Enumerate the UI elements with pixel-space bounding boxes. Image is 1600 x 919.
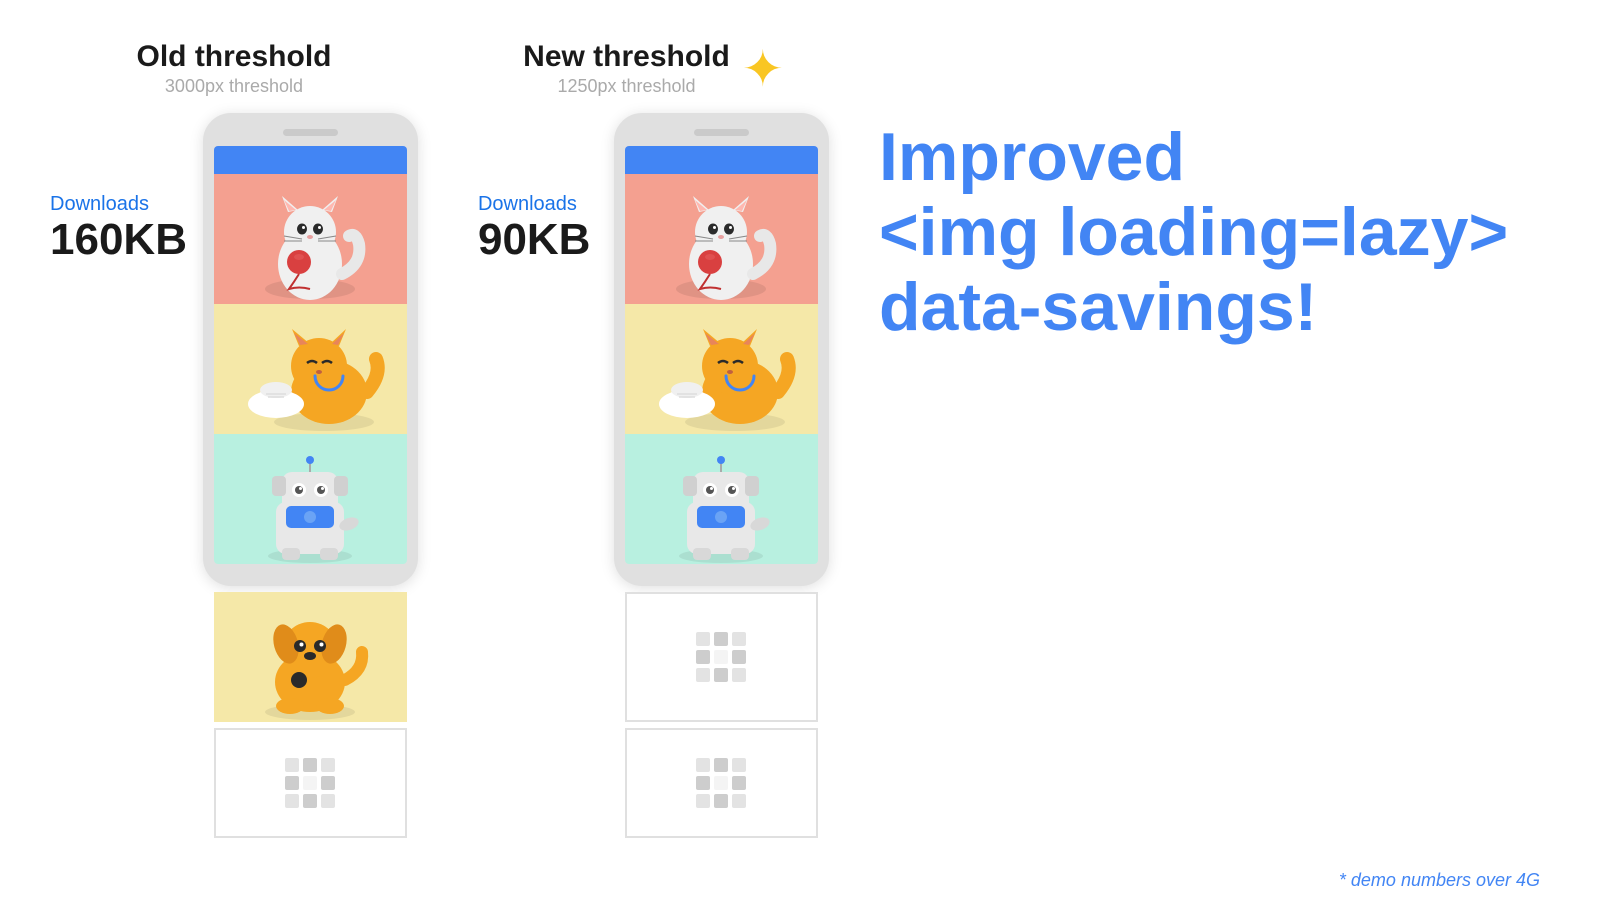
headline-line2: <img loading=lazy> (879, 195, 1550, 270)
dog2-svg (214, 592, 407, 722)
new-cat-svg (625, 174, 818, 304)
dog-svg (214, 434, 407, 564)
cat2-svg (214, 304, 407, 434)
old-tile-cat2 (214, 304, 407, 434)
phone-blue-bar (214, 146, 407, 174)
old-phone-shell (203, 113, 418, 586)
phone-notch (283, 129, 338, 136)
cat-svg (214, 174, 407, 304)
new-loading-tile-1 (625, 592, 818, 722)
old-threshold-subtitle: 3000px threshold (136, 76, 331, 97)
new-threshold-text: New threshold 1250px threshold (523, 40, 730, 97)
headline-line1: Improved (879, 120, 1550, 195)
new-below-phone (625, 592, 818, 838)
new-phone-screen (625, 146, 818, 564)
new-tile-cat2 (625, 304, 818, 434)
old-tile-dog (214, 434, 407, 564)
old-download-size: 160KB (50, 216, 187, 264)
old-tile-cat (214, 174, 407, 304)
right-phone-section: New threshold 1250px threshold ✦ Downloa… (478, 40, 829, 838)
new-download-info: Downloads 90KB (478, 113, 598, 264)
footnote: * demo numbers over 4G (1339, 870, 1540, 891)
new-tile-dog (625, 434, 818, 564)
new-loading-tile-2 (625, 728, 818, 838)
new-phone-shell (614, 113, 829, 586)
sparkle-icon: ✦ (742, 44, 784, 94)
old-extra-tile-dog (214, 592, 407, 722)
new-threshold-subtitle: 1250px threshold (523, 76, 730, 97)
new-threshold-title: New threshold (523, 40, 730, 74)
old-loading-tile (214, 728, 407, 838)
new-tile-cat (625, 174, 818, 304)
loading-spinner-new-2 (696, 758, 746, 808)
new-threshold-label: New threshold 1250px threshold ✦ (523, 40, 784, 97)
headline: Improved <img loading=lazy> data-savings… (879, 120, 1550, 344)
old-threshold-title: Old threshold (136, 40, 331, 74)
loading-spinner-old (285, 758, 335, 808)
left-phone-section: Old threshold 3000px threshold Downloads… (50, 40, 418, 838)
old-phone-group: Downloads 160KB (50, 113, 418, 838)
old-below-phone (214, 592, 407, 838)
headline-line3: data-savings! (879, 270, 1550, 345)
loading-spinner-new-1 (696, 632, 746, 682)
old-phone-area (203, 113, 418, 838)
new-phone-blue-bar (625, 146, 818, 174)
right-text-area: Improved <img loading=lazy> data-savings… (829, 40, 1550, 344)
new-download-size: 90KB (478, 216, 598, 264)
new-dog-svg (625, 434, 818, 564)
new-download-label: Downloads (478, 193, 598, 216)
old-phone-screen (214, 146, 407, 564)
old-download-info: Downloads 160KB (50, 113, 187, 264)
new-phone-area (614, 113, 829, 838)
new-phone-notch (694, 129, 749, 136)
new-phone-group: Downloads 90KB (478, 113, 829, 838)
new-cat2-svg (625, 304, 818, 434)
old-download-label: Downloads (50, 193, 187, 216)
old-threshold-label: Old threshold 3000px threshold (136, 40, 331, 97)
